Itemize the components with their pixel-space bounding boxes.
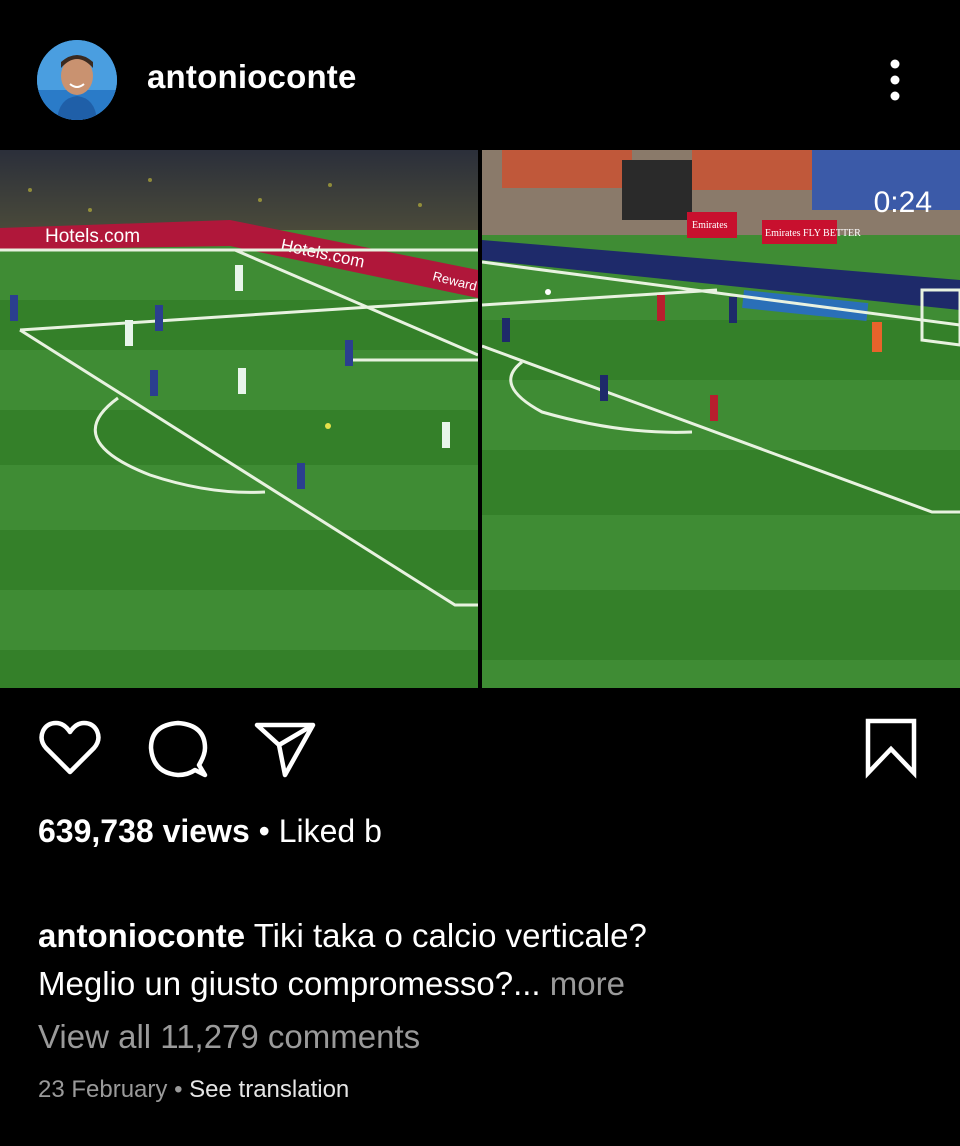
- ad-board-text: Emirates: [692, 220, 728, 231]
- video-duration: 0:24: [874, 186, 932, 219]
- post-date: 23 February: [38, 1076, 168, 1103]
- post-video[interactable]: Hotels.com Hotels.com Reward Emirates Em…: [0, 150, 960, 688]
- caption-text-line1: Tiki taka o calcio verticale?: [245, 917, 647, 954]
- caption-text-line2: Meglio un giusto compromesso?...: [38, 965, 541, 1002]
- caption-more-link[interactable]: more: [541, 965, 625, 1002]
- caption-username[interactable]: antonioconte: [38, 917, 245, 954]
- post-date-line: 23 February • See translation: [38, 1076, 349, 1104]
- date-separator: •: [167, 1076, 190, 1103]
- share-icon[interactable]: [253, 715, 319, 781]
- liked-by-text[interactable]: • Liked b: [250, 813, 382, 849]
- bookmark-icon[interactable]: [858, 715, 924, 781]
- views-line: 639,738 views • Liked b: [38, 813, 382, 850]
- kebab-menu-icon[interactable]: [880, 56, 910, 104]
- ad-board-text: Hotels.com: [45, 226, 140, 247]
- see-translation-link[interactable]: See translation: [189, 1076, 349, 1103]
- post-header: antonioconte: [0, 0, 960, 150]
- view-all-comments-link[interactable]: View all 11,279 comments: [38, 1018, 420, 1056]
- ad-board-text: Emirates FLY BETTER: [765, 228, 861, 239]
- post-username[interactable]: antonioconte: [147, 58, 357, 96]
- heart-icon[interactable]: [37, 715, 103, 781]
- caption: antonioconte Tiki taka o calcio vertical…: [38, 912, 918, 1008]
- video-left-panel: Hotels.com Hotels.com Reward: [0, 150, 478, 688]
- views-count[interactable]: 639,738 views: [38, 813, 250, 849]
- post-actions: [0, 715, 960, 785]
- comment-icon[interactable]: [145, 715, 211, 781]
- video-right-panel: Emirates Emirates FLY BETTER 0:24: [482, 150, 960, 688]
- avatar[interactable]: [37, 40, 117, 120]
